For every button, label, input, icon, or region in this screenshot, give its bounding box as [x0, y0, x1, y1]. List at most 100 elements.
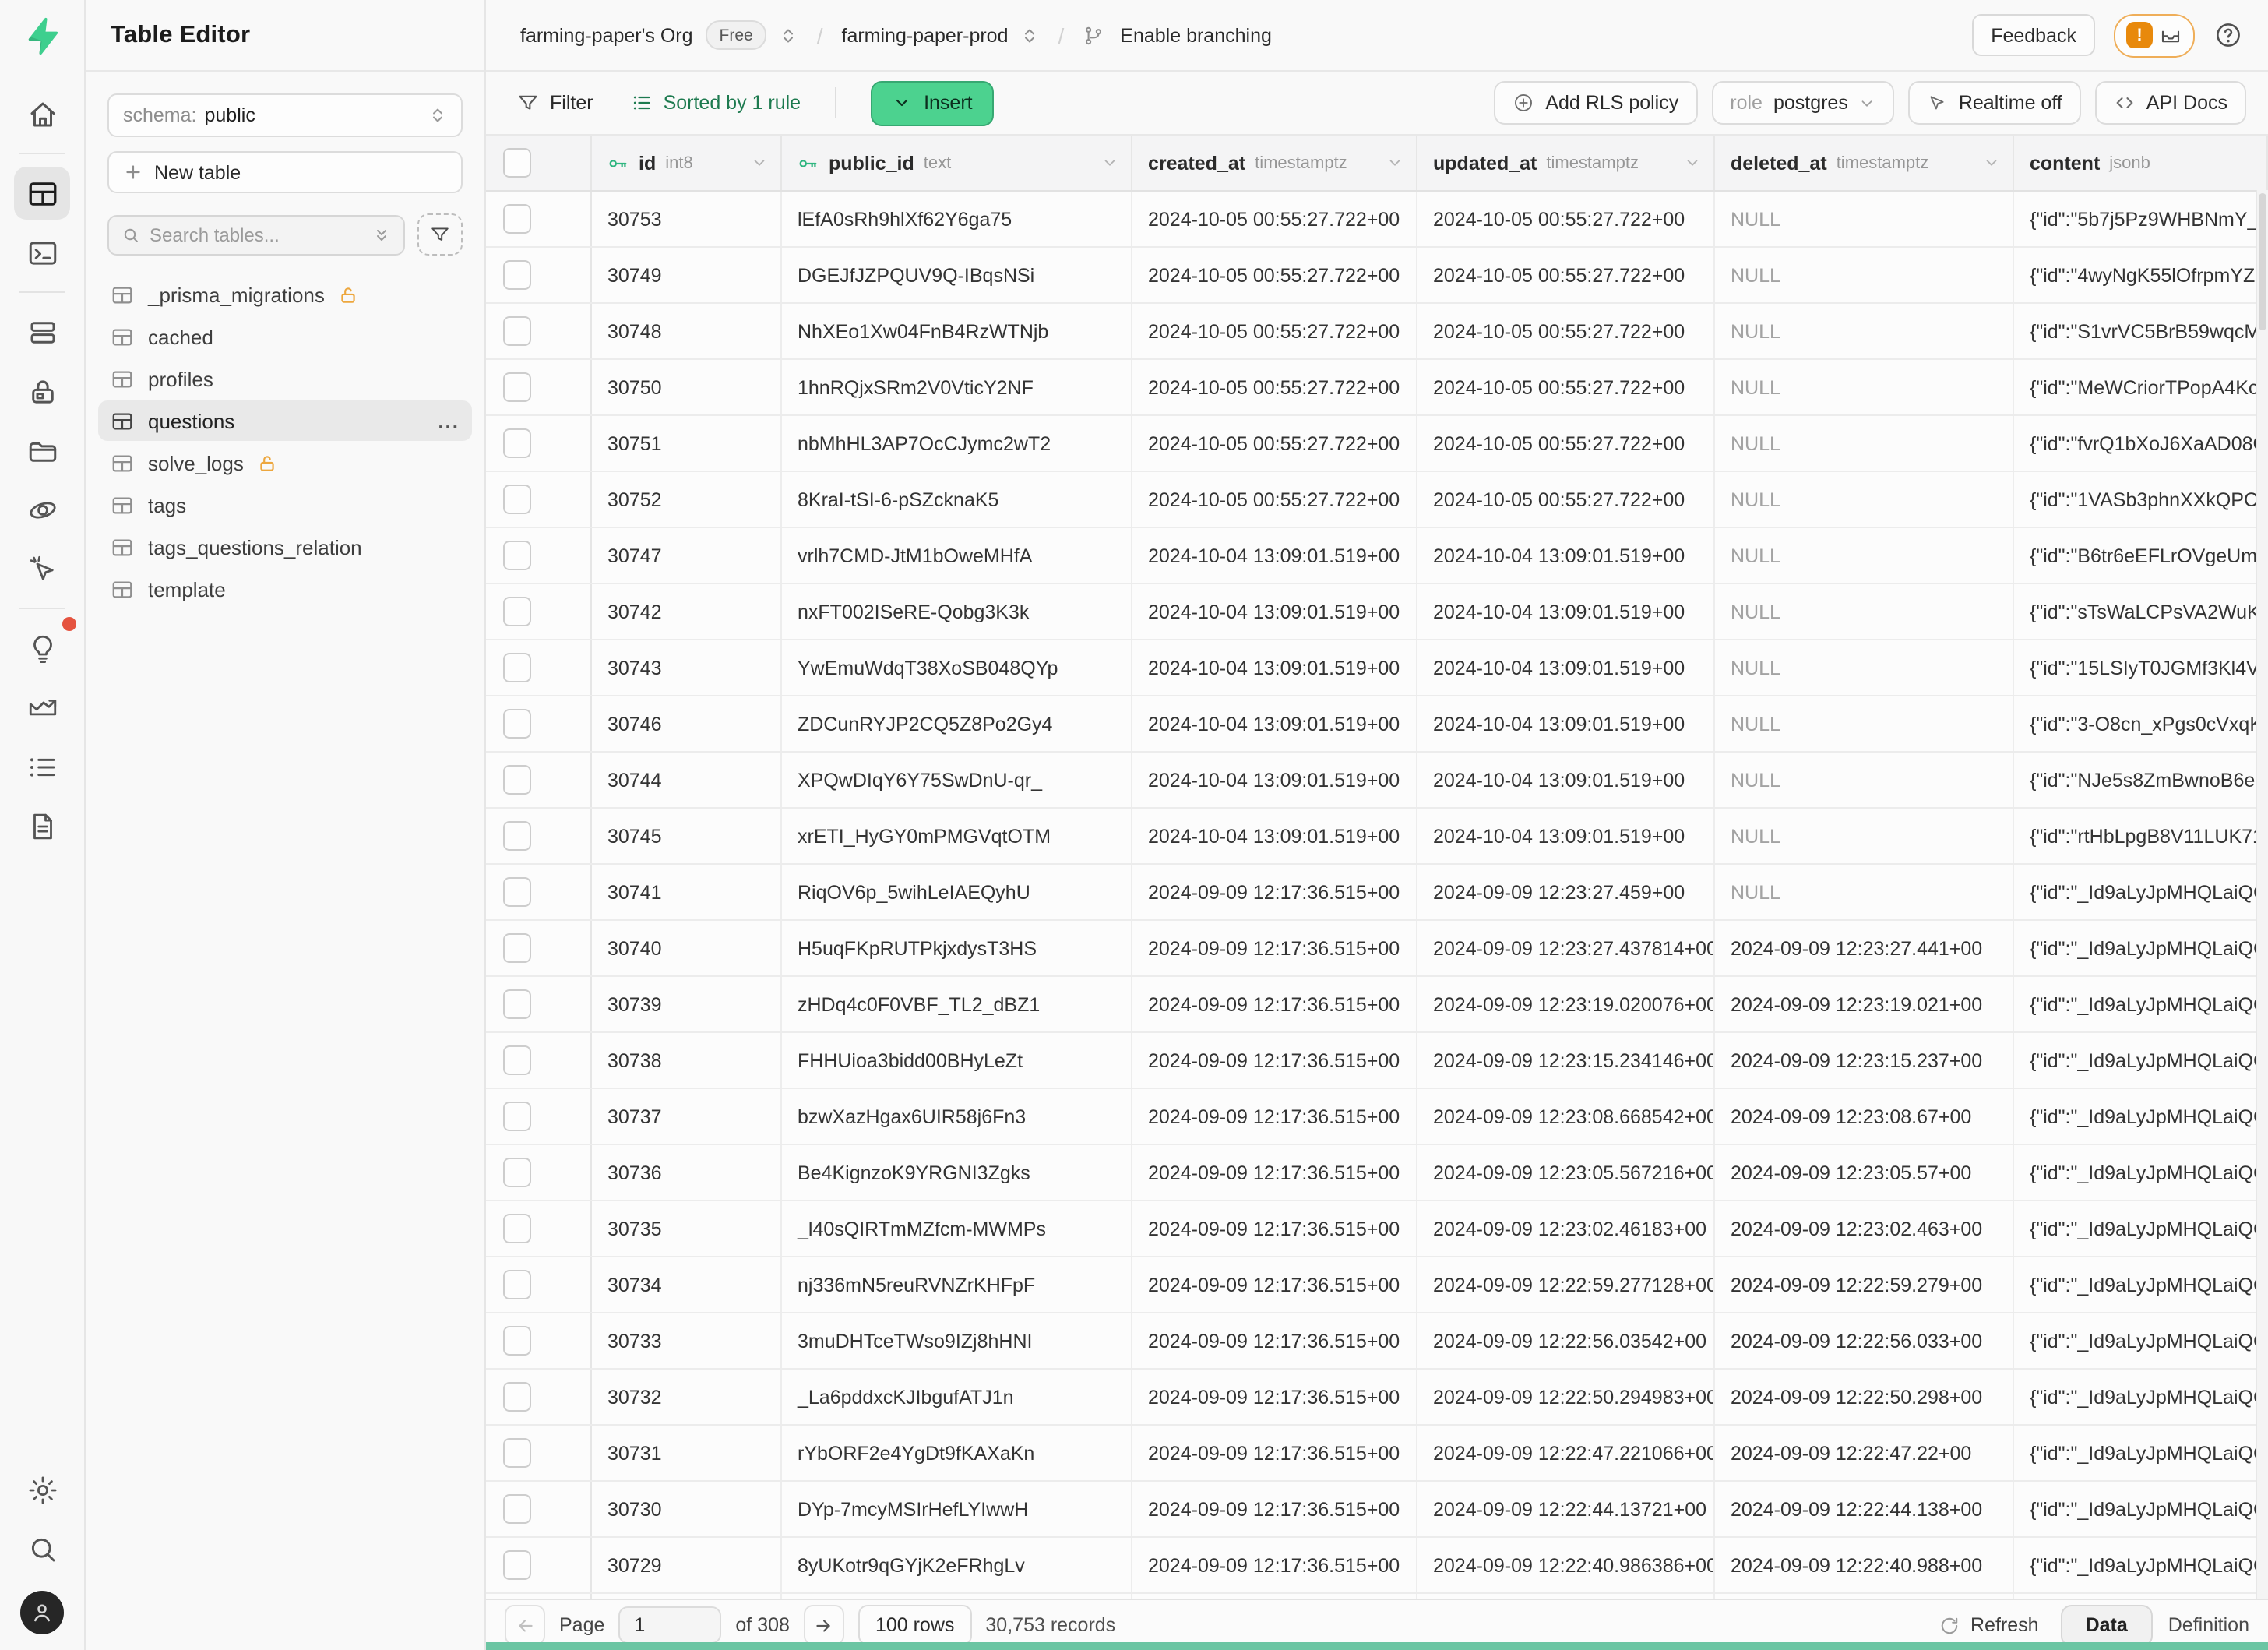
- column-header-id[interactable]: idint8: [592, 136, 782, 190]
- cell-deleted_at[interactable]: NULL: [1715, 528, 2014, 583]
- cell-id[interactable]: 30741: [592, 865, 782, 919]
- row-checkbox[interactable]: [503, 765, 531, 795]
- tab-definition[interactable]: Definition: [2168, 1614, 2249, 1636]
- cell-created_at[interactable]: 2024-09-09 12:17:36.515+00: [1132, 1426, 1418, 1480]
- chevron-down-icon[interactable]: [1101, 154, 1118, 171]
- row-checkbox[interactable]: [503, 316, 531, 346]
- chevron-down-icon[interactable]: [1983, 154, 2000, 171]
- sidebar-table-tags[interactable]: tags: [98, 485, 472, 525]
- cell-content[interactable]: {"id":"_Id9aLyJpMHQLaiQC: [2014, 1370, 2268, 1424]
- row-checkbox[interactable]: [503, 1326, 531, 1356]
- cell-created_at[interactable]: 2024-10-05 00:55:27.722+00: [1132, 248, 1418, 302]
- cell-updated_at[interactable]: 2024-09-09 12:22:44.13721+00: [1418, 1482, 1715, 1536]
- api-docs-button[interactable]: API Docs: [2095, 81, 2246, 125]
- cell-created_at[interactable]: 2024-10-04 13:09:01.519+00: [1132, 809, 1418, 863]
- cell-deleted_at[interactable]: 2024-09-09 12:23:27.441+00: [1715, 921, 2014, 975]
- cell-updated_at[interactable]: 2024-10-05 00:55:27.722+00: [1418, 360, 1715, 414]
- cell-id[interactable]: 30736: [592, 1145, 782, 1200]
- advisors-icon[interactable]: [14, 622, 70, 675]
- row-checkbox[interactable]: [503, 428, 531, 458]
- row-checkbox[interactable]: [503, 1214, 531, 1243]
- cell-id[interactable]: 30746: [592, 696, 782, 751]
- cell-public_id[interactable]: NhXEo1Xw04FnB4RzWTNjb: [782, 304, 1132, 358]
- cell-content[interactable]: {"id":"_Id9aLyJpMHQLaiQC: [2014, 1033, 2268, 1088]
- column-header-updated_at[interactable]: updated_attimestamptz: [1418, 136, 1715, 190]
- row-checkbox[interactable]: [503, 1382, 531, 1412]
- project-breadcrumb[interactable]: farming-paper-prod: [842, 24, 1009, 46]
- tab-data[interactable]: Data: [2061, 1604, 2153, 1646]
- logs-icon[interactable]: [14, 740, 70, 793]
- cell-content[interactable]: {"id":"_Id9aLyJpMHQLaiQC: [2014, 1538, 2268, 1592]
- storage-icon[interactable]: [14, 424, 70, 477]
- scrollbar-thumb[interactable]: [2259, 193, 2266, 330]
- cell-public_id[interactable]: _l40sQIRTmMZfcm-MWMPs: [782, 1201, 1132, 1256]
- search-icon[interactable]: [14, 1522, 70, 1575]
- cell-created_at[interactable]: 2024-10-04 13:09:01.519+00: [1132, 528, 1418, 583]
- row-checkbox[interactable]: [503, 1045, 531, 1075]
- cell-public_id[interactable]: YwEmuWdqT38XoSB048QYp: [782, 640, 1132, 695]
- row-checkbox[interactable]: [503, 1550, 531, 1580]
- reports-icon[interactable]: [14, 681, 70, 734]
- cell-content[interactable]: {"id":"_Id9aLyJpMHQLaiQC: [2014, 1089, 2268, 1144]
- cell-deleted_at[interactable]: NULL: [1715, 248, 2014, 302]
- cell-id[interactable]: 30731: [592, 1426, 782, 1480]
- vertical-scrollbar[interactable]: [2256, 190, 2268, 1599]
- cell-public_id[interactable]: vrlh7CMD-JtM1bOweMHfA: [782, 528, 1132, 583]
- cell-deleted_at[interactable]: NULL: [1715, 416, 2014, 471]
- feedback-button[interactable]: Feedback: [1972, 14, 2095, 56]
- cell-created_at[interactable]: 2024-10-05 00:55:27.722+00: [1132, 192, 1418, 246]
- cell-public_id[interactable]: xrETI_HyGY0mPMGVqtOTM: [782, 809, 1132, 863]
- cell-updated_at[interactable]: 2024-10-05 00:55:27.722+00: [1418, 248, 1715, 302]
- row-checkbox[interactable]: [503, 1270, 531, 1299]
- cell-created_at[interactable]: 2024-09-09 12:17:36.515+00: [1132, 1201, 1418, 1256]
- cell-public_id[interactable]: DGEJfJZPQUV9Q-IBqsNSi: [782, 248, 1132, 302]
- search-tables-input[interactable]: Search tables...: [107, 214, 405, 255]
- next-page-button[interactable]: [804, 1605, 844, 1645]
- cell-updated_at[interactable]: 2024-09-09 12:23:19.020076+00: [1418, 977, 1715, 1031]
- cell-deleted_at[interactable]: 2024-09-09 12:23:08.67+00: [1715, 1089, 2014, 1144]
- cell-content[interactable]: {"id":"S1vrVC5BrB59wqcM4: [2014, 304, 2268, 358]
- cell-id[interactable]: 30728: [592, 1594, 782, 1599]
- cell-id[interactable]: 30734: [592, 1257, 782, 1312]
- table-filter-button[interactable]: [417, 213, 463, 256]
- cell-deleted_at[interactable]: 2024-09-09 12:22:40.988+00: [1715, 1538, 2014, 1592]
- cell-created_at[interactable]: 2024-10-04 13:09:01.519+00: [1132, 640, 1418, 695]
- cell-deleted_at[interactable]: NULL: [1715, 304, 2014, 358]
- cell-updated_at[interactable]: 2024-09-09 12:22:56.03542+00: [1418, 1313, 1715, 1368]
- sidebar-table-profiles[interactable]: profiles: [98, 358, 472, 399]
- cell-content[interactable]: {"id":"MeWCriorTPopA4Kc9: [2014, 360, 2268, 414]
- sql-editor-icon[interactable]: [14, 226, 70, 279]
- cell-id[interactable]: 30748: [592, 304, 782, 358]
- cell-id[interactable]: 30753: [592, 192, 782, 246]
- select-all-checkbox[interactable]: [503, 148, 531, 178]
- cell-id[interactable]: 30735: [592, 1201, 782, 1256]
- row-checkbox[interactable]: [503, 1494, 531, 1524]
- cell-deleted_at[interactable]: NULL: [1715, 192, 2014, 246]
- cell-updated_at[interactable]: 2024-10-05 00:55:27.722+00: [1418, 472, 1715, 527]
- cell-id[interactable]: 30749: [592, 248, 782, 302]
- cell-created_at[interactable]: 2024-10-04 13:09:01.519+00: [1132, 584, 1418, 639]
- project-chevrons-icon[interactable]: [1021, 26, 1040, 44]
- sidebar-table-_prisma_migrations[interactable]: _prisma_migrations: [98, 274, 472, 315]
- cell-deleted_at[interactable]: NULL: [1715, 584, 2014, 639]
- cell-created_at[interactable]: 2024-09-09 12:17:36.515+00: [1132, 921, 1418, 975]
- filter-button[interactable]: Filter: [517, 92, 593, 114]
- cell-updated_at[interactable]: 2024-10-05 00:55:27.722+00: [1418, 304, 1715, 358]
- cell-content[interactable]: {"id":"_Id9aLyJpMHQLaiQC: [2014, 1257, 2268, 1312]
- chevron-down-icon[interactable]: [1386, 154, 1403, 171]
- cell-deleted_at[interactable]: NULL: [1715, 360, 2014, 414]
- chevron-down-icon[interactable]: [1684, 154, 1701, 171]
- row-checkbox[interactable]: [503, 260, 531, 290]
- sidebar-table-cached[interactable]: cached: [98, 316, 472, 357]
- cell-deleted_at[interactable]: NULL: [1715, 753, 2014, 807]
- cell-deleted_at[interactable]: 2024-09-09 12:23:19.021+00: [1715, 977, 2014, 1031]
- cell-updated_at[interactable]: 2024-10-05 00:55:27.722+00: [1418, 192, 1715, 246]
- cell-deleted_at[interactable]: NULL: [1715, 809, 2014, 863]
- cell-content[interactable]: {"id":"_Id9aLyJpMHQLaiQC: [2014, 1201, 2268, 1256]
- database-icon[interactable]: [14, 305, 70, 358]
- cell-public_id[interactable]: bzwXazHgax6UIR58j6Fn3: [782, 1089, 1132, 1144]
- table-editor-icon[interactable]: [14, 167, 70, 220]
- cell-public_id[interactable]: 8KraI-tSI-6-pSZcknaK5: [782, 472, 1132, 527]
- cell-updated_at[interactable]: 2024-09-09 12:23:02.46183+00: [1418, 1201, 1715, 1256]
- cell-public_id[interactable]: RiqOV6p_5wihLeIAEQyhU: [782, 865, 1132, 919]
